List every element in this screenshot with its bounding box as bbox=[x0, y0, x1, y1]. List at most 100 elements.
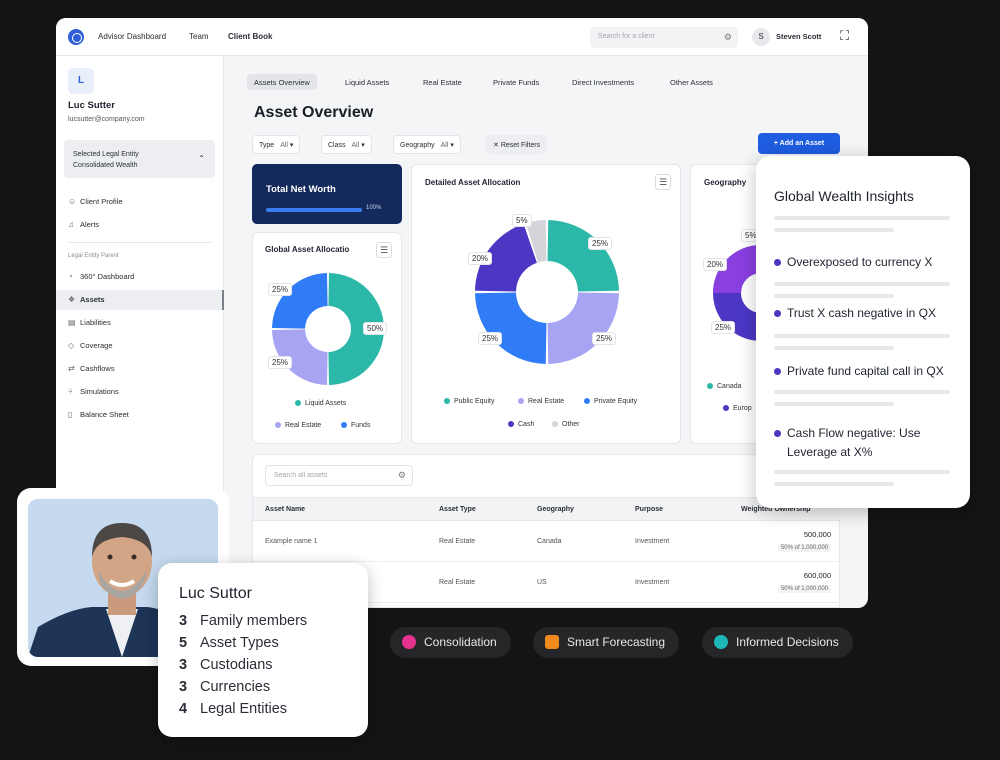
insights-title: Global Wealth Insights bbox=[774, 188, 914, 204]
menu-icon[interactable]: ☰ bbox=[655, 174, 671, 190]
reset-filters-button[interactable]: ✕ Reset Filters bbox=[486, 135, 548, 154]
insight-item[interactable]: Overexposed to currency X bbox=[774, 253, 960, 272]
summary-row: 3 Currencies bbox=[179, 679, 271, 695]
tab-real-estate[interactable]: Real Estate bbox=[416, 74, 469, 90]
donut-slice-private-equity[interactable] bbox=[475, 292, 547, 364]
insight-item[interactable]: Private fund capital call in QX bbox=[774, 362, 960, 381]
nav-client-book[interactable]: Client Book bbox=[228, 32, 272, 41]
chart-title: Global Asset Allocatio bbox=[265, 245, 350, 254]
tab-direct-investments[interactable]: Direct Investments bbox=[565, 74, 641, 90]
legend-item: Real Estate bbox=[518, 398, 564, 405]
legend-item: Other bbox=[552, 421, 580, 428]
summary-row: 5 Asset Types bbox=[179, 635, 279, 651]
data-label: 50% bbox=[363, 322, 388, 335]
sidebar-item-simulations[interactable]: ⑂ Simulations bbox=[56, 382, 224, 402]
shield-icon: ◇ bbox=[68, 341, 75, 350]
detailed-asset-allocation-card: Detailed Asset Allocation ☰ 5% 25% 20% 2… bbox=[411, 164, 681, 444]
document-icon: ▯ bbox=[68, 410, 73, 419]
sidebar-section-label: Legal Entity Parent bbox=[68, 253, 119, 259]
legal-entity-selector[interactable]: Selected Legal Entity Consolidated Wealt… bbox=[64, 140, 215, 178]
placeholder-line bbox=[774, 294, 894, 298]
add-asset-button[interactable]: + Add an Asset bbox=[758, 133, 840, 154]
entity-value: Consolidated Wealth bbox=[73, 162, 138, 169]
sidebar-item-client-profile[interactable]: ☺ Client Profile bbox=[56, 192, 224, 212]
expand-icon[interactable]: ⛶ bbox=[840, 28, 849, 44]
donut-slice-funds[interactable] bbox=[272, 273, 328, 329]
client-search-input[interactable]: Search for a client ⚙ bbox=[590, 27, 738, 48]
legend-item: Liquid Assets bbox=[295, 400, 346, 407]
feature-pill-informed-decisions[interactable]: Informed Decisions bbox=[702, 627, 853, 658]
search-icon: ⚙ bbox=[723, 32, 732, 42]
search-icon: ⚙ bbox=[397, 470, 406, 480]
column-header[interactable]: Geography bbox=[537, 506, 574, 513]
pie-icon bbox=[402, 635, 416, 649]
total-net-worth-card[interactable]: Total Net Worth 100% bbox=[252, 164, 402, 224]
chart-title: Geography bbox=[704, 178, 747, 187]
filter-type[interactable]: Type All ▾ bbox=[252, 135, 301, 154]
column-header[interactable]: Asset Name bbox=[265, 506, 305, 513]
net-worth-progress-label: 100% bbox=[366, 205, 382, 211]
data-label: 25% bbox=[711, 321, 736, 334]
liabilities-icon: ▤ bbox=[68, 318, 76, 327]
sidebar-item-alerts[interactable]: ♫ Alerts bbox=[56, 215, 224, 235]
sidebar-item-assets[interactable]: ❖ Assets bbox=[56, 290, 224, 310]
filter-class[interactable]: Class All ▾ bbox=[321, 135, 372, 154]
sidebar-item-coverage[interactable]: ◇ Coverage bbox=[56, 336, 224, 356]
divider bbox=[68, 242, 212, 243]
asset-search-input[interactable]: Search all assets ⚙ bbox=[265, 465, 413, 486]
tab-liquid-assets[interactable]: Liquid Assets bbox=[338, 74, 396, 90]
placeholder-line bbox=[774, 216, 950, 220]
placeholder-line bbox=[774, 334, 950, 338]
bell-icon: ♫ bbox=[68, 220, 74, 229]
feature-pill-consolidation[interactable]: Consolidation bbox=[390, 627, 511, 658]
client-avatar: L bbox=[68, 68, 94, 94]
tab-other-assets[interactable]: Other Assets bbox=[663, 74, 720, 90]
tab-private-funds[interactable]: Private Funds bbox=[486, 74, 546, 90]
donut-slice-public-equity[interactable] bbox=[547, 220, 619, 292]
chart-title: Detailed Asset Allocation bbox=[425, 178, 521, 187]
sidebar-item-liabilities[interactable]: ▤ Liabilities bbox=[56, 313, 224, 333]
legend-item: Private Equity bbox=[584, 398, 637, 405]
placeholder-line bbox=[774, 390, 950, 394]
net-worth-progress-bar bbox=[266, 208, 362, 212]
data-label: 25% bbox=[588, 237, 613, 250]
column-header[interactable]: Asset Type bbox=[439, 506, 476, 513]
data-label: 25% bbox=[592, 332, 617, 345]
menu-icon[interactable]: ☰ bbox=[376, 242, 392, 258]
user-name[interactable]: Steven Scott bbox=[776, 32, 821, 41]
filter-geography[interactable]: Geography All ▾ bbox=[393, 135, 461, 154]
column-header[interactable]: Purpose bbox=[635, 506, 663, 513]
global-wealth-insights-card: Global Wealth Insights Overexposed to cu… bbox=[756, 156, 970, 508]
data-label: 20% bbox=[468, 252, 493, 265]
placeholder-line bbox=[774, 402, 894, 406]
table-row[interactable]: Example name 1 Real Estate Canada Invest… bbox=[253, 522, 841, 562]
client-summary-card: Luc Suttor 3 Family members 5 Asset Types … bbox=[158, 563, 368, 737]
nav-advisor-dashboard[interactable]: Advisor Dashboard bbox=[98, 32, 166, 41]
legend-item: Canada bbox=[707, 383, 742, 390]
sidebar-item-360-dashboard[interactable]: ◔ 360° Dashboard bbox=[56, 267, 224, 287]
summary-row: 4 Legal Entities bbox=[179, 701, 288, 717]
cashflow-icon: ⇄ bbox=[68, 364, 75, 373]
donut-slice-real-estate[interactable] bbox=[547, 292, 619, 364]
feature-pill-smart-forecasting[interactable]: Smart Forecasting bbox=[533, 627, 680, 658]
top-bar: Advisor Dashboard Team Client Book Searc… bbox=[56, 18, 868, 56]
close-icon: ✕ bbox=[493, 142, 501, 149]
insight-item[interactable]: Cash Flow negative: Use Leverage at X% bbox=[774, 424, 960, 462]
net-worth-title: Total Net Worth bbox=[266, 184, 336, 195]
chart-icon bbox=[545, 635, 559, 649]
data-label: 5% bbox=[512, 214, 532, 227]
logo-icon[interactable] bbox=[68, 29, 84, 45]
nav-team[interactable]: Team bbox=[189, 32, 209, 41]
sidebar-item-cashflows[interactable]: ⇄ Cashflows bbox=[56, 359, 224, 379]
tab-assets-overview[interactable]: Assets Overview bbox=[247, 74, 317, 90]
dashboard-icon: ◔ bbox=[68, 272, 73, 281]
user-avatar[interactable]: S bbox=[752, 28, 770, 46]
bulb-icon bbox=[714, 635, 728, 649]
placeholder-line bbox=[774, 482, 894, 486]
placeholder-line bbox=[774, 282, 950, 286]
insight-item[interactable]: Trust X cash negative in QX bbox=[774, 304, 960, 323]
legend-item: Cash bbox=[508, 421, 534, 428]
entity-label: Selected Legal Entity bbox=[73, 151, 139, 158]
client-summary-name: Luc Suttor bbox=[179, 585, 252, 602]
sidebar-item-balance-sheet[interactable]: ▯ Balance Sheet bbox=[56, 405, 224, 425]
